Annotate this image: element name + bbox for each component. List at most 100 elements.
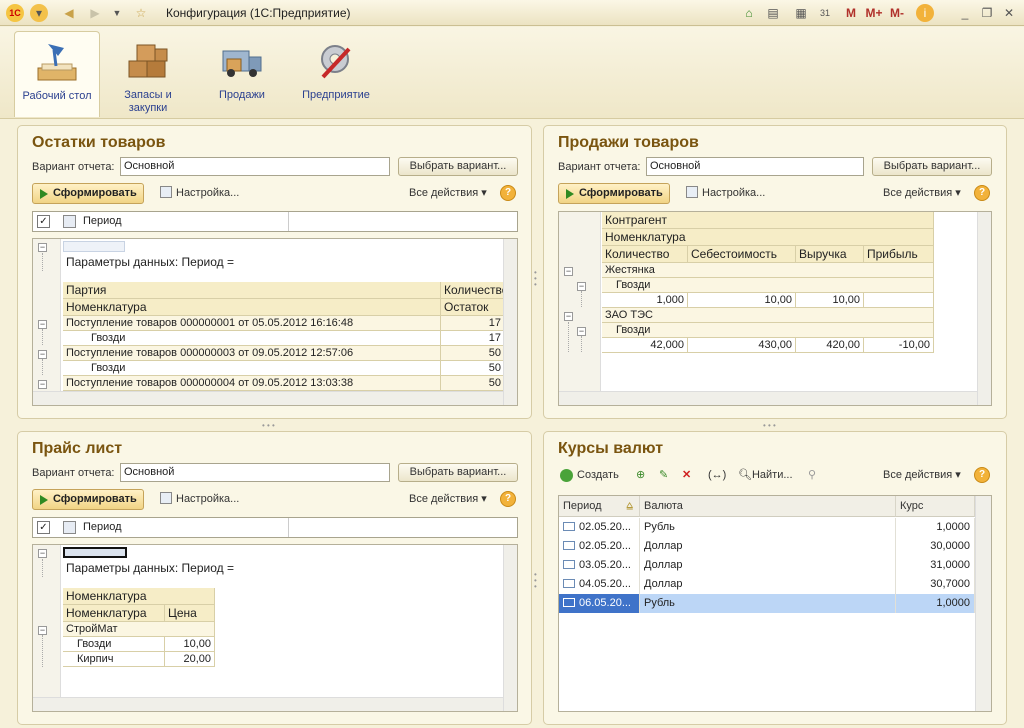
1c-logo-icon[interactable]: 1С: [6, 4, 24, 22]
generate-button[interactable]: Сформировать: [558, 183, 670, 204]
table-row[interactable]: 02.05.20... Доллар 30,0000: [559, 537, 975, 556]
dropdown-icon[interactable]: ▼: [108, 4, 126, 22]
horizontal-scrollbar[interactable]: [33, 697, 503, 711]
search-icon: 🔍︎: [738, 469, 752, 481]
minimize-icon[interactable]: _: [956, 4, 974, 22]
panel-title: Прайс лист: [32, 440, 123, 457]
calendar-icon[interactable]: 31: [816, 4, 834, 22]
choose-variant-button[interactable]: Выбрать вариант...: [872, 157, 992, 176]
edit-icon[interactable]: ✎: [659, 466, 668, 485]
col-rate[interactable]: Курс: [896, 496, 975, 517]
rate-record-icon: [563, 522, 575, 531]
table-row[interactable]: 03.05.20... Доллар 31,0000: [559, 556, 975, 575]
rate-currency: Рубль: [640, 594, 896, 613]
favorite-star-icon[interactable]: ☆: [132, 4, 150, 22]
collapse-toggle[interactable]: −: [38, 380, 47, 389]
menu-icon[interactable]: ▾: [30, 4, 48, 22]
all-actions-button[interactable]: Все действия ▾: [883, 466, 961, 485]
collapse-toggle[interactable]: −: [38, 549, 47, 558]
table-row[interactable]: 04.05.20... Доллар 30,7000: [559, 575, 975, 594]
collapse-toggle[interactable]: −: [577, 282, 586, 291]
gear-tools-icon: [321, 45, 351, 79]
col-period[interactable]: Период ⩠: [559, 496, 640, 517]
variant-label: Вариант отчета:: [558, 161, 641, 173]
price-list-sheet[interactable]: − Параметры данных: Период = Номенклатур…: [32, 544, 518, 712]
settings-button[interactable]: Настройка...: [686, 184, 765, 203]
calendar-icon: [63, 215, 76, 228]
help-icon[interactable]: ?: [974, 185, 990, 201]
restore-icon[interactable]: ❐: [978, 4, 996, 22]
vertical-scrollbar[interactable]: [977, 212, 991, 405]
forward-icon[interactable]: ▶: [86, 4, 104, 22]
history-icon[interactable]: ▤: [764, 4, 782, 22]
nav-desktop[interactable]: Рабочий стол: [14, 31, 100, 117]
copy-icon[interactable]: ⊕: [636, 466, 645, 485]
generate-button[interactable]: Сформировать: [32, 489, 144, 510]
choose-variant-button[interactable]: Выбрать вариант...: [398, 157, 518, 176]
all-actions-label: Все действия: [409, 187, 479, 199]
cancel-search-icon[interactable]: ⚲: [808, 466, 816, 485]
collapse-toggle[interactable]: −: [38, 243, 47, 252]
sales-report-sheet[interactable]: Контрагент Номенклатура Количество Себес…: [558, 211, 992, 406]
col-item: Номенклатура: [602, 229, 934, 246]
close-icon[interactable]: ✕: [1000, 4, 1018, 22]
splitter-handle[interactable]: • • •: [262, 421, 275, 430]
help-icon[interactable]: ?: [974, 467, 990, 483]
collapse-toggle[interactable]: −: [38, 626, 47, 635]
all-actions-button[interactable]: Все действия ▾: [409, 184, 487, 203]
all-actions-button[interactable]: Все действия ▾: [883, 184, 961, 203]
nav-sales[interactable]: Продажи: [202, 31, 282, 117]
memory-m-button[interactable]: M: [842, 4, 860, 22]
all-actions-button[interactable]: Все действия ▾: [409, 490, 487, 509]
variant-label: Вариант отчета:: [32, 161, 115, 173]
help-icon[interactable]: ?: [500, 491, 516, 507]
calculator-icon[interactable]: ▦: [792, 4, 810, 22]
help-icon[interactable]: ?: [500, 185, 516, 201]
params-text: Параметры данных: Период =: [66, 255, 234, 269]
splitter-handle[interactable]: • • •: [763, 421, 776, 430]
horizontal-scrollbar[interactable]: [33, 391, 503, 405]
settings-button[interactable]: Настройка...: [160, 490, 239, 509]
period-checkbox[interactable]: ✓: [37, 215, 50, 228]
table-row-selected[interactable]: 06.05.20... Рубль 1,0000: [559, 594, 975, 613]
memory-minus-button[interactable]: M-: [886, 4, 908, 22]
nav-enterprise[interactable]: Предприятие: [296, 31, 376, 117]
variant-field[interactable]: Основной: [120, 157, 390, 176]
collapse-toggle[interactable]: −: [38, 320, 47, 329]
variant-field[interactable]: Основной: [120, 463, 390, 482]
collapse-toggle[interactable]: −: [564, 312, 573, 321]
find-button[interactable]: 🔍︎Найти...: [738, 466, 793, 485]
info-icon[interactable]: i: [916, 4, 934, 22]
horizontal-scrollbar[interactable]: [559, 391, 977, 405]
memory-plus-button[interactable]: M+: [862, 4, 886, 22]
settings-button[interactable]: Настройка...: [160, 184, 239, 203]
period-checkbox[interactable]: ✓: [37, 521, 50, 534]
nav-stock[interactable]: Запасы и закупки: [108, 31, 188, 117]
variant-field[interactable]: Основной: [646, 157, 864, 176]
generate-button[interactable]: Сформировать: [32, 183, 144, 204]
delete-icon[interactable]: ✕: [682, 466, 691, 485]
period-filter-row: ✓ Период: [32, 517, 518, 538]
rate-record-icon: [563, 598, 575, 607]
collapse-toggle[interactable]: −: [577, 327, 586, 336]
table-row: Поступление товаров 000000003 от 09.05.2…: [63, 346, 441, 361]
vertical-scrollbar[interactable]: [503, 239, 517, 405]
rate-value: 1,0000: [896, 518, 975, 537]
interval-icon[interactable]: (↔): [708, 466, 726, 485]
choose-variant-button[interactable]: Выбрать вариант...: [398, 463, 518, 482]
collapse-toggle[interactable]: −: [564, 267, 573, 276]
table-row[interactable]: 02.05.20... Рубль 1,0000: [559, 518, 975, 537]
currency-rates-table[interactable]: Период ⩠ Валюта Курс 02.05.20... Рубль 1,…: [558, 495, 992, 712]
back-icon[interactable]: ◀: [60, 4, 78, 22]
splitter-handle[interactable]: • • •: [534, 269, 540, 289]
table-row: Поступление товаров 000000001 от 05.05.2…: [63, 316, 441, 331]
collapse-toggle[interactable]: −: [38, 350, 47, 359]
stock-report-sheet[interactable]: − Параметры данных: Период = Партия Коли…: [32, 238, 518, 406]
col-currency[interactable]: Валюта: [640, 496, 896, 517]
vertical-scrollbar[interactable]: [975, 496, 991, 711]
rate-currency: Доллар: [640, 556, 896, 575]
home-icon[interactable]: ⌂: [740, 4, 758, 22]
splitter-handle[interactable]: • • •: [534, 571, 540, 591]
create-button[interactable]: Создать: [560, 466, 619, 485]
vertical-scrollbar[interactable]: [503, 545, 517, 711]
